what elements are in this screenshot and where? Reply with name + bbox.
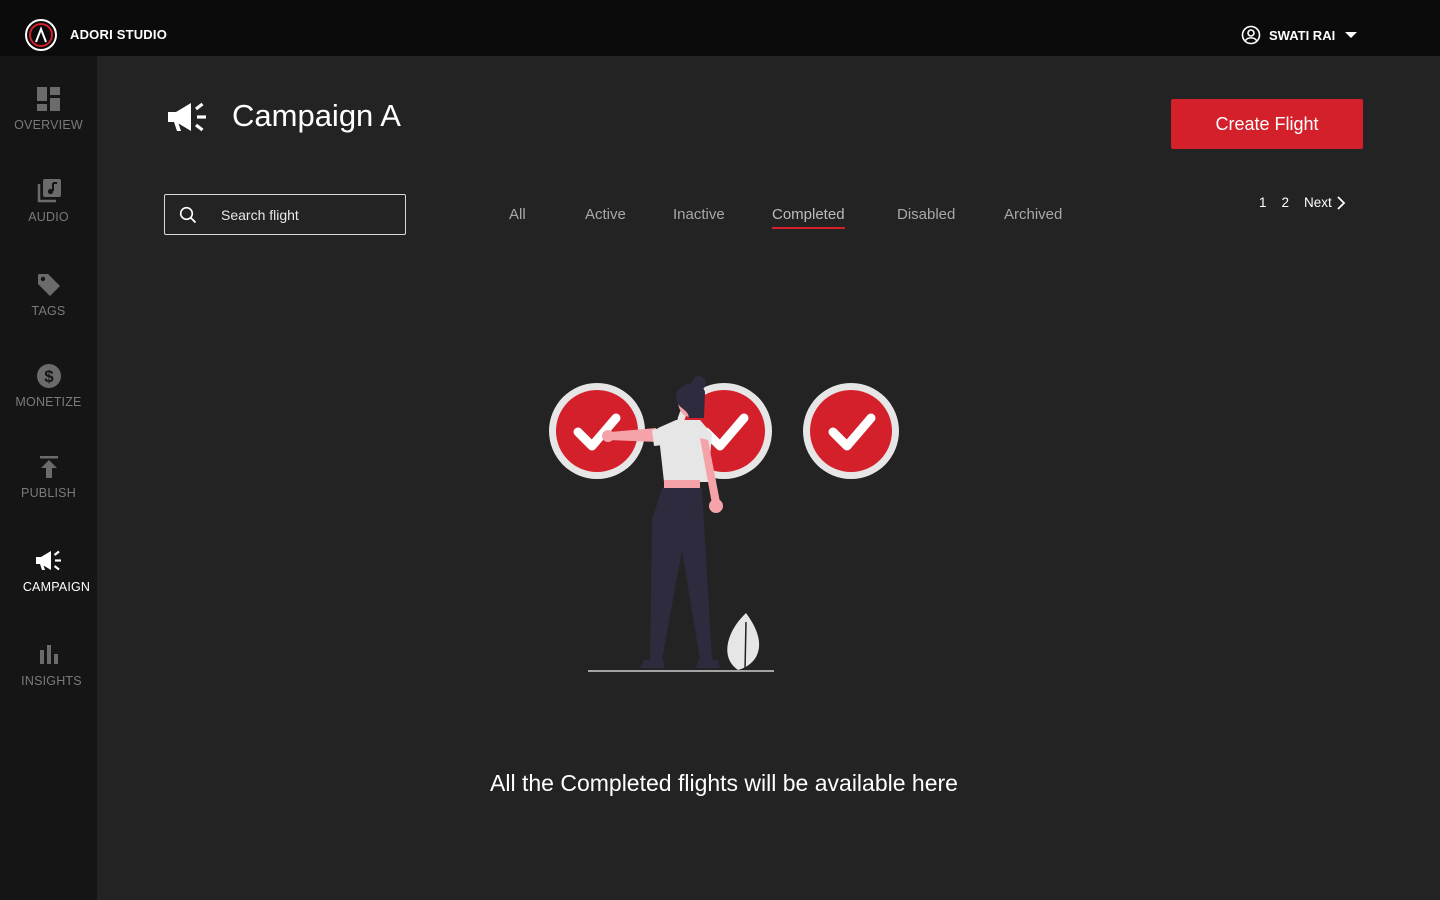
sidebar-item-label: PUBLISH <box>21 486 76 500</box>
page-title: Campaign A <box>232 98 401 133</box>
top-bar: ADORI STUDIO SWATI RAI <box>0 0 1440 56</box>
tab-all[interactable]: All <box>509 206 526 227</box>
tab-disabled[interactable]: Disabled <box>897 206 955 227</box>
page-1-link[interactable]: 1 <box>1259 195 1267 210</box>
adori-logo-icon[interactable] <box>24 18 58 52</box>
megaphone-icon <box>35 550 61 571</box>
tab-archived[interactable]: Archived <box>1004 206 1062 227</box>
caret-down-icon <box>1345 32 1358 38</box>
tab-active[interactable]: Active <box>585 206 626 227</box>
sidebar-item-audio[interactable]: AUDIO <box>0 178 97 262</box>
sidebar-item-tags[interactable]: TAGS <box>0 272 97 356</box>
svg-text:$: $ <box>44 367 54 386</box>
user-name: SWATI RAI <box>1269 27 1336 43</box>
sidebar-item-monetize[interactable]: $ MONETIZE <box>0 363 97 447</box>
megaphone-icon <box>168 102 206 132</box>
sidebar-item-label: AUDIO <box>28 210 69 224</box>
sidebar-item-label: CAMPAIGN <box>22 580 91 594</box>
dollar-icon: $ <box>36 364 61 388</box>
sidebar-item-label: TAGS <box>31 304 66 318</box>
publish-icon <box>39 456 58 478</box>
tab-completed[interactable]: Completed <box>772 206 845 229</box>
create-flight-button[interactable]: Create Flight <box>1171 99 1363 149</box>
check-badge <box>803 383 899 479</box>
page-2-link[interactable]: 2 <box>1282 195 1290 210</box>
next-page-link[interactable]: Next <box>1304 195 1332 210</box>
tab-inactive[interactable]: Inactive <box>673 206 725 227</box>
sidebar-item-label: MONETIZE <box>15 395 82 409</box>
sidebar-item-label: OVERVIEW <box>14 118 83 132</box>
chevron-right-icon[interactable] <box>1336 195 1346 210</box>
completed-empty-illustration <box>549 376 899 672</box>
search-box <box>164 194 406 235</box>
sidebar-item-label: INSIGHTS <box>21 674 82 688</box>
search-input[interactable] <box>221 195 397 234</box>
pagination: 1 2 Next <box>1259 195 1346 210</box>
sidebar-item-publish[interactable]: PUBLISH <box>0 454 97 538</box>
empty-state-message: All the Completed flights will be availa… <box>490 770 958 796</box>
tag-icon <box>37 274 60 296</box>
sidebar-item-overview[interactable]: OVERVIEW <box>0 86 97 170</box>
brand-name: ADORI STUDIO <box>70 27 168 42</box>
bar-chart-icon <box>39 645 58 664</box>
search-icon <box>179 206 197 224</box>
audio-library-icon <box>37 179 61 203</box>
user-account-icon <box>1241 25 1261 45</box>
sidebar-item-insights[interactable]: INSIGHTS <box>0 642 97 726</box>
user-menu[interactable]: SWATI RAI <box>1241 25 1359 45</box>
sidebar-item-campaign[interactable]: CAMPAIGN <box>0 548 97 632</box>
dashboard-icon <box>36 87 60 111</box>
